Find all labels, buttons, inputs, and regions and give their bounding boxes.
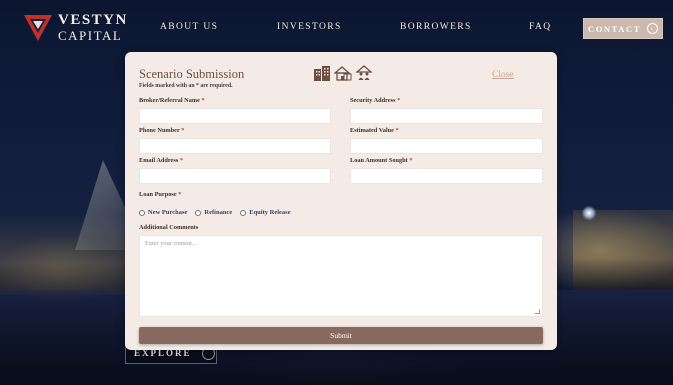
required-marker: *	[179, 157, 183, 164]
site-header: VESTYN CAPITAL ABOUT US INVESTORS BORROW…	[0, 0, 673, 52]
nav-investors[interactable]: INVESTORS	[277, 22, 342, 32]
radio-button[interactable]	[240, 209, 247, 216]
city-lights-right	[573, 210, 673, 290]
email-address-input[interactable]	[139, 168, 331, 184]
submit-button[interactable]: Submit	[139, 327, 543, 344]
label-text: Security Address	[350, 97, 396, 104]
loan-purpose-radio-group: New Purchase Refinance Equity Release	[139, 209, 291, 216]
required-marker: *	[181, 127, 185, 134]
radio-new-purchase[interactable]: New Purchase	[139, 209, 187, 216]
radio-button[interactable]	[139, 209, 145, 216]
nav-borrowers[interactable]: BORROWERS	[400, 22, 472, 32]
logo-mark-icon	[24, 14, 52, 41]
required-marker: *	[409, 157, 413, 164]
required-marker: *	[395, 127, 399, 134]
label-loan-purpose: Loan Purpose *	[139, 191, 181, 198]
brand-name-line2: CAPITAL	[58, 28, 123, 43]
label-text: Broker/Referral Name	[139, 97, 200, 104]
required-marker: *	[397, 97, 401, 104]
label-text: Loan Purpose	[139, 191, 177, 198]
contact-label: CONTACT	[587, 23, 642, 34]
family-home-icon	[355, 65, 373, 80]
arrow-right-icon: ›	[647, 23, 659, 34]
label-estimated-value: Estimated Value *	[350, 127, 399, 134]
label-additional-comments: Additional Comments	[139, 224, 198, 231]
property-type-icons	[313, 65, 373, 81]
radio-label: Refinance	[204, 209, 233, 216]
radio-equity-release[interactable]: Equity Release	[240, 209, 291, 216]
label-text: Loan Amount Sought	[350, 157, 408, 164]
nav-about-us[interactable]: ABOUT US	[160, 22, 218, 32]
estimated-value-input[interactable]	[350, 138, 543, 154]
label-broker-name: Broker/Referral Name *	[139, 97, 205, 104]
radio-label: Equity Release	[249, 209, 291, 216]
scenario-submission-modal: Scenario Submission Fields marked with a…	[125, 52, 557, 350]
loan-amount-input[interactable]	[350, 168, 543, 184]
label-text: Phone Number	[139, 127, 180, 134]
radio-button[interactable]	[195, 209, 202, 216]
security-address-input[interactable]	[350, 108, 543, 124]
textarea-placeholder: Enter your content...	[145, 240, 197, 247]
label-text: Email Address	[139, 157, 179, 164]
label-text: Estimated Value	[350, 127, 394, 134]
required-marker: *	[201, 97, 205, 104]
brand-logo[interactable]: VESTYN CAPITAL	[24, 13, 128, 42]
submit-label: Submit	[330, 331, 352, 340]
label-security-address: Security Address *	[350, 97, 400, 104]
radio-refinance[interactable]: Refinance	[195, 209, 232, 216]
building-icon	[314, 66, 330, 81]
modal-title: Scenario Submission	[139, 67, 245, 81]
broker-name-input[interactable]	[139, 108, 331, 124]
label-loan-amount: Loan Amount Sought *	[350, 157, 412, 164]
close-link[interactable]: Close	[492, 70, 514, 80]
additional-comments-textarea[interactable]: Enter your content...	[139, 235, 543, 317]
house-icon	[334, 66, 352, 81]
required-marker: *	[178, 191, 182, 198]
nav-faq[interactable]: FAQ	[529, 22, 552, 32]
required-note: Fields marked with an * are required.	[139, 83, 233, 89]
label-email-address: Email Address *	[139, 157, 183, 164]
phone-number-input[interactable]	[139, 138, 331, 154]
resize-handle-icon[interactable]	[535, 309, 540, 314]
radio-label: New Purchase	[148, 209, 188, 216]
brand-name-line1: VESTYN	[58, 12, 128, 28]
label-phone-number: Phone Number *	[139, 127, 184, 134]
label-text: Additional Comments	[139, 224, 199, 231]
light-flare	[582, 206, 596, 220]
contact-button[interactable]: CONTACT ›	[583, 18, 663, 39]
